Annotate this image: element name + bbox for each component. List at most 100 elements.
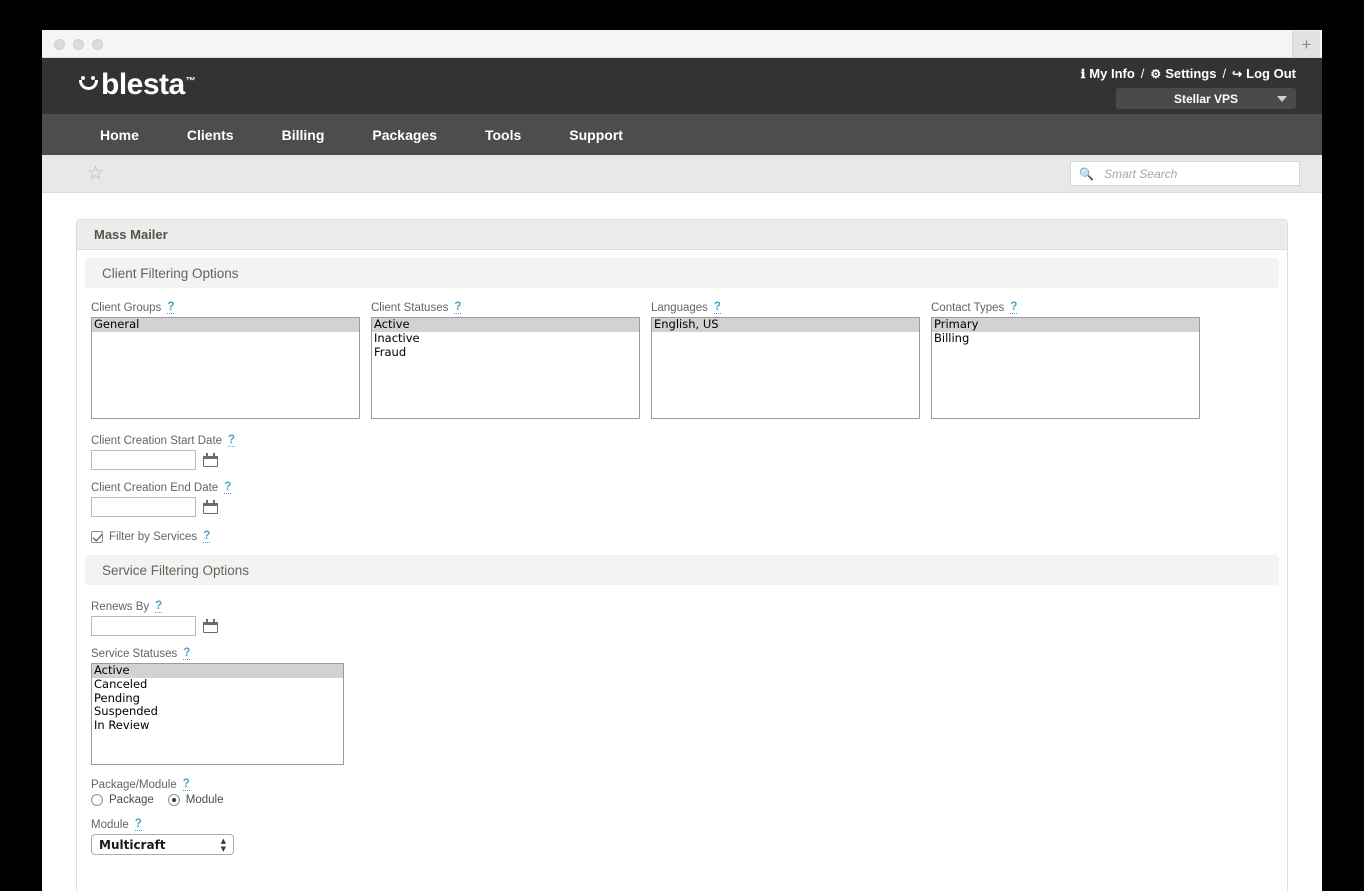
languages-field: Languages ? English, US — [651, 301, 920, 419]
service-filters: Renews By ? Service Statuses ? Active Ca… — [77, 585, 1287, 855]
date-filters: Client Creation Start Date ? Client Crea… — [77, 419, 1287, 517]
package-module-radio-group: Package Module — [91, 794, 1287, 806]
end-date-input[interactable] — [91, 497, 196, 517]
logo-trademark: ™ — [185, 76, 196, 87]
list-item[interactable]: In Review — [92, 718, 343, 733]
panel-bottom-spacer — [77, 855, 1287, 891]
contact-types-field: Contact Types ? Primary Billing — [931, 301, 1200, 419]
help-icon-client-statuses[interactable]: ? — [454, 301, 462, 314]
module-field: Module ? Multicraft ▲ ▼ — [91, 818, 1287, 855]
module-select-value: Multicraft — [99, 837, 166, 852]
package-module-field: Package/Module ? Package Module — [91, 778, 1287, 806]
client-filters-row: Client Groups ? General Client Statuses … — [77, 288, 1287, 419]
help-icon-client-groups[interactable]: ? — [167, 301, 175, 314]
page-title: Mass Mailer — [94, 227, 168, 242]
blesta-logo[interactable]: blesta ™ — [78, 68, 196, 102]
bookmark-star-icon[interactable]: ☆ — [87, 164, 104, 183]
blesta-face-icon — [78, 70, 100, 94]
end-date-row — [91, 497, 1287, 517]
header-separator-1: / — [1140, 66, 1145, 81]
list-item[interactable]: Canceled — [92, 677, 343, 692]
nav-item-support[interactable]: Support — [569, 127, 623, 143]
client-creation-end-date-field: Client Creation End Date ? — [91, 481, 1287, 517]
contact-types-label: Contact Types — [931, 302, 1005, 314]
calendar-icon[interactable] — [203, 453, 218, 467]
list-item[interactable]: Inactive — [372, 331, 639, 346]
help-icon-renews-by[interactable]: ? — [155, 600, 163, 613]
radio-package[interactable] — [91, 794, 103, 806]
module-select[interactable]: Multicraft ▲ ▼ — [91, 834, 234, 855]
service-filtering-section-header: Service Filtering Options — [85, 555, 1279, 585]
nav-item-packages[interactable]: Packages — [372, 127, 437, 143]
help-icon-service-statuses[interactable]: ? — [183, 647, 191, 660]
service-statuses-listbox[interactable]: Active Canceled Pending Suspended In Rev… — [91, 663, 344, 765]
client-groups-listbox[interactable]: General — [91, 317, 360, 419]
logout-label: Log Out — [1246, 66, 1296, 81]
header-links: ℹ My Info / ⚙ Settings / ↪ Log Out — [1081, 66, 1296, 81]
service-statuses-label: Service Statuses — [91, 648, 178, 660]
service-statuses-field: Service Statuses ? Active Canceled Pendi… — [91, 647, 1287, 765]
search-input[interactable] — [1101, 165, 1291, 182]
my-info-link[interactable]: ℹ My Info — [1081, 66, 1135, 81]
list-item[interactable]: Active — [372, 318, 639, 332]
help-icon-module[interactable]: ? — [134, 818, 142, 831]
company-selector[interactable]: Stellar VPS — [1116, 88, 1296, 109]
help-icon-filter-by-services[interactable]: ? — [203, 530, 211, 543]
list-item[interactable]: Fraud — [372, 345, 639, 360]
module-label: Module — [91, 819, 129, 831]
end-date-label-row: Client Creation End Date ? — [91, 481, 1287, 494]
filter-by-services-label: Filter by Services — [109, 531, 198, 543]
client-creation-start-date-field: Client Creation Start Date ? — [91, 434, 1287, 470]
minimize-window-button[interactable] — [73, 39, 84, 50]
list-item[interactable]: Suspended — [92, 705, 343, 719]
list-item[interactable]: Active — [92, 664, 343, 678]
calendar-icon[interactable] — [203, 619, 218, 633]
calendar-icon[interactable] — [203, 500, 218, 514]
app-header: blesta ™ ℹ My Info / ⚙ Settings / ↪ Log … — [42, 58, 1322, 114]
start-date-label-row: Client Creation Start Date ? — [91, 434, 1287, 447]
client-statuses-listbox[interactable]: Active Inactive Fraud — [371, 317, 640, 419]
package-module-label-row: Package/Module ? — [91, 778, 1287, 791]
filter-by-services-checkbox[interactable] — [91, 531, 103, 543]
nav-item-home[interactable]: Home — [100, 127, 139, 143]
list-item[interactable]: Primary — [932, 318, 1199, 332]
package-module-label: Package/Module — [91, 779, 177, 791]
sub-toolbar: ☆ 🔍 — [42, 155, 1322, 193]
filter-by-services-row[interactable]: Filter by Services ? — [77, 529, 1287, 543]
list-item[interactable]: General — [92, 318, 359, 332]
languages-listbox[interactable]: English, US — [651, 317, 920, 419]
help-icon-languages[interactable]: ? — [713, 301, 721, 314]
end-date-label: Client Creation End Date — [91, 482, 219, 494]
radio-module[interactable] — [167, 794, 180, 806]
nav-item-tools[interactable]: Tools — [485, 127, 521, 143]
smart-search-box[interactable]: 🔍 — [1070, 161, 1300, 186]
client-filtering-section-header: Client Filtering Options — [85, 258, 1279, 288]
client-statuses-label-row: Client Statuses ? — [371, 301, 640, 314]
start-date-input[interactable] — [91, 450, 196, 470]
nav-item-clients[interactable]: Clients — [187, 127, 234, 143]
list-item[interactable]: Billing — [932, 331, 1199, 346]
close-window-button[interactable] — [54, 39, 65, 50]
new-tab-button[interactable]: + — [1292, 31, 1320, 57]
contact-types-label-row: Contact Types ? — [931, 301, 1200, 314]
help-icon-package-module[interactable]: ? — [182, 778, 190, 791]
renews-by-field: Renews By ? — [91, 600, 1287, 636]
list-item[interactable]: English, US — [652, 318, 919, 332]
nav-item-billing[interactable]: Billing — [282, 127, 325, 143]
settings-link[interactable]: ⚙ Settings — [1150, 66, 1216, 81]
browser-titlebar: + — [42, 30, 1322, 58]
maximize-window-button[interactable] — [92, 39, 103, 50]
help-icon-start-date[interactable]: ? — [228, 434, 236, 447]
help-icon-contact-types[interactable]: ? — [1010, 301, 1018, 314]
window-controls — [54, 39, 103, 50]
settings-label: Settings — [1165, 66, 1217, 81]
logout-link[interactable]: ↪ Log Out — [1232, 66, 1296, 81]
renews-by-input[interactable] — [91, 616, 196, 636]
client-groups-label: Client Groups — [91, 302, 162, 314]
contact-types-listbox[interactable]: Primary Billing — [931, 317, 1200, 419]
renews-by-row — [91, 616, 1287, 636]
radio-module-label: Module — [185, 794, 224, 806]
help-icon-end-date[interactable]: ? — [224, 481, 232, 494]
list-item[interactable]: Pending — [92, 691, 343, 706]
radio-package-label: Package — [109, 794, 154, 806]
